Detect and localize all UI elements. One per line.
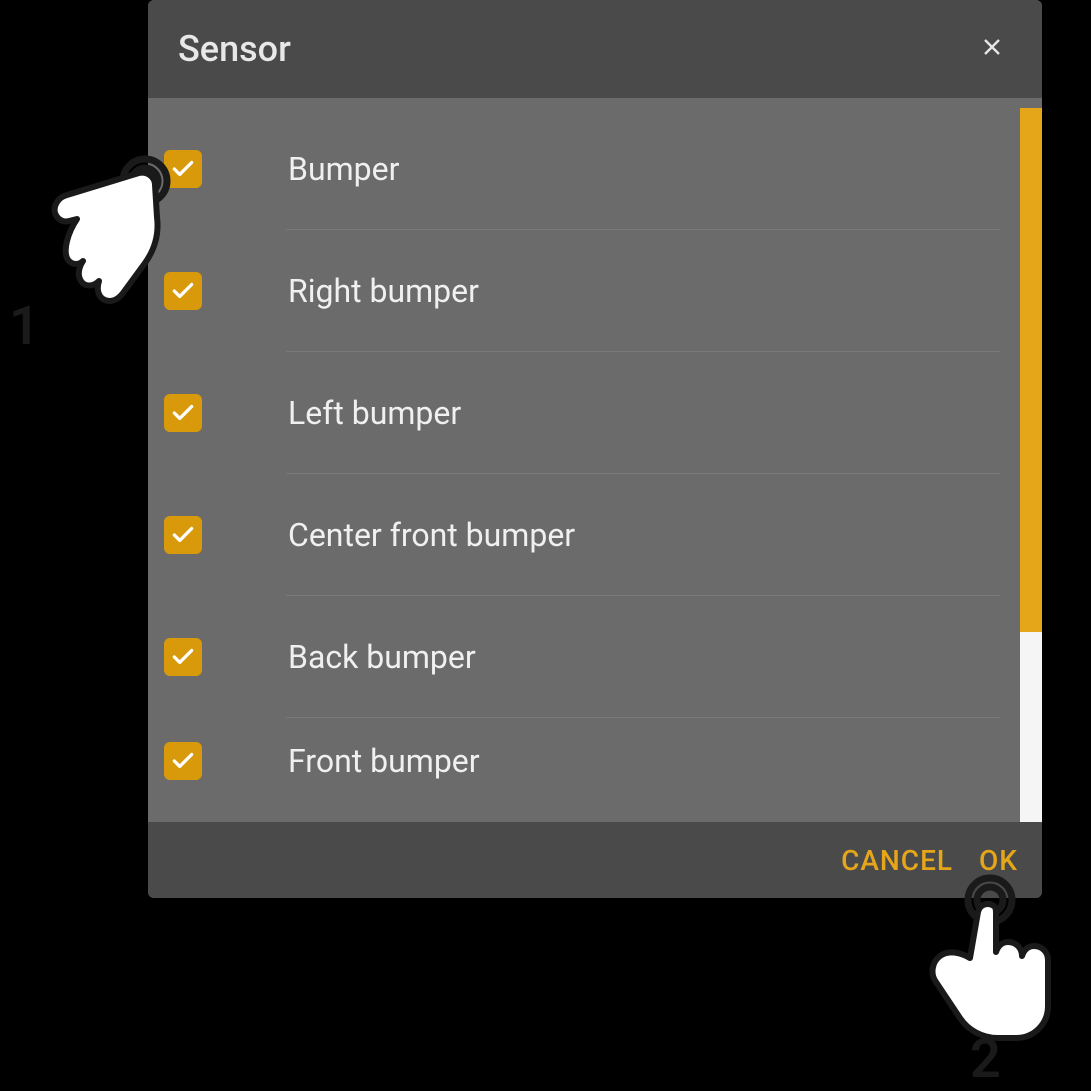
check-icon <box>170 156 196 182</box>
scrollbar-thumb[interactable] <box>1020 108 1042 632</box>
item-label: Right bumper <box>288 272 479 310</box>
item-label: Back bumper <box>288 638 476 676</box>
checkbox-front-bumper[interactable] <box>164 742 202 780</box>
list-item[interactable]: Back bumper <box>148 596 1020 718</box>
step-number-2: 2 <box>970 1028 1001 1091</box>
sensor-dialog: Sensor Bumper <box>148 0 1042 898</box>
close-icon <box>978 28 1006 70</box>
list-item[interactable]: Right bumper <box>148 230 1020 352</box>
list-item[interactable]: Left bumper <box>148 352 1020 474</box>
item-label: Left bumper <box>288 394 461 432</box>
item-label: Center front bumper <box>288 516 575 554</box>
dialog-title: Sensor <box>178 28 291 70</box>
item-label: Bumper <box>288 150 399 188</box>
check-icon <box>170 400 196 426</box>
checkbox-back-bumper[interactable] <box>164 638 202 676</box>
check-icon <box>170 644 196 670</box>
check-icon <box>170 278 196 304</box>
dialog-header: Sensor <box>148 0 1042 98</box>
sensor-list: Bumper Right bumper Left bumper <box>148 108 1020 822</box>
checkbox-center-front-bumper[interactable] <box>164 516 202 554</box>
step-number-1: 1 <box>9 295 40 358</box>
list-item[interactable]: Center front bumper <box>148 474 1020 596</box>
list-item[interactable]: Front bumper <box>148 718 1020 798</box>
check-icon <box>170 748 196 774</box>
item-label: Front bumper <box>288 742 480 780</box>
cancel-button[interactable]: CANCEL <box>841 844 953 877</box>
check-icon <box>170 522 196 548</box>
close-button[interactable] <box>972 29 1012 69</box>
dialog-body: Bumper Right bumper Left bumper <box>148 98 1042 822</box>
dialog-footer: CANCEL OK <box>148 822 1042 898</box>
list-item[interactable]: Bumper <box>148 108 1020 230</box>
checkbox-left-bumper[interactable] <box>164 394 202 432</box>
checkbox-right-bumper[interactable] <box>164 272 202 310</box>
scrollbar[interactable] <box>1020 108 1042 822</box>
